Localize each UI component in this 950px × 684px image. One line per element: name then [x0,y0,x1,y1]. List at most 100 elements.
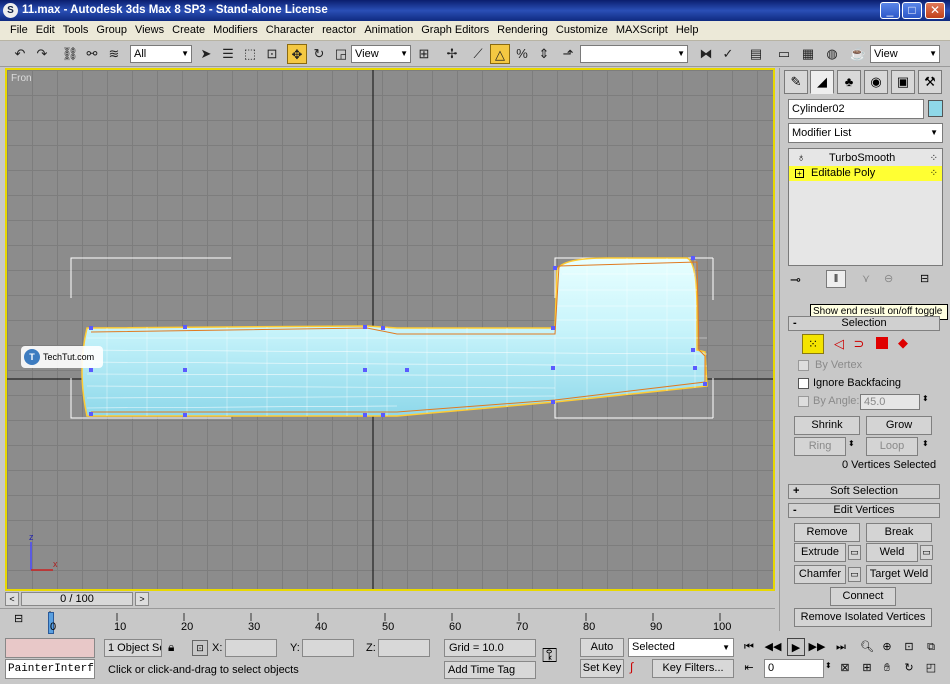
element-mode-icon[interactable]: ◆ [898,336,912,350]
frame-spinner-icon[interactable]: ⬍ [825,661,832,670]
time-configuration-icon[interactable]: ⊠ [836,659,854,677]
reference-coordinate-dropdown[interactable]: View ▼ [351,45,411,63]
x-coordinate-field[interactable] [225,639,277,657]
target-weld-button[interactable]: Target Weld [866,565,932,584]
zoom-extents-all-icon[interactable]: ⧉ [922,638,940,656]
break-button[interactable]: Break [866,523,932,542]
region-select-icon[interactable]: ⬚ [240,44,260,64]
menu-group[interactable]: Group [92,21,131,40]
border-mode-icon[interactable]: ⊃ [850,334,868,354]
selection-filter-dropdown[interactable]: All ▼ [130,45,192,63]
listener-input[interactable]: PainterInterf [5,659,95,679]
edit-named-selection-icon[interactable]: ⬏ [558,44,578,64]
pivot-center-icon[interactable]: ⊞ [414,44,434,64]
snap-toggle-icon[interactable]: ⟋ [468,44,488,64]
play-icon[interactable]: ▶ [787,638,805,656]
loop-spinner-icon[interactable]: ⬍ [922,439,929,448]
menu-views[interactable]: Views [131,21,168,40]
weld-settings-icon[interactable]: ▭ [920,545,933,560]
modifier-list-dropdown[interactable]: Modifier List ▼ [788,123,943,143]
object-name-field[interactable]: Cylinder02 [788,99,924,119]
current-frame-field[interactable]: 0 [764,659,824,678]
track-bar[interactable]: ⊟ 0 10 20 30 40 50 60 70 80 90 100 [0,608,775,635]
unlink-icon[interactable]: ⚯ [82,44,102,64]
select-icon[interactable]: ➤ [196,44,216,64]
front-viewport[interactable]: Fron z x T TechTut.com [5,68,775,591]
menu-edit[interactable]: Edit [32,21,59,40]
object-color-swatch[interactable] [928,100,943,117]
remove-isolated-vertices-button[interactable]: Remove Isolated Vertices [794,608,932,627]
extrude-settings-icon[interactable]: ▭ [848,545,861,560]
menu-character[interactable]: Character [262,21,318,40]
named-selection-dropdown[interactable]: ▼ [580,45,688,63]
set-key-button[interactable]: Set Key [580,659,624,678]
ring-button[interactable]: Ring [794,437,846,456]
mirror-icon[interactable]: ⧓ [696,44,716,64]
shrink-button[interactable]: Shrink [794,416,860,435]
absolute-mode-icon[interactable]: ⊡ [192,640,208,656]
scale-icon[interactable]: ◲ [331,44,351,64]
go-to-end-icon[interactable]: ⏭ [832,638,850,656]
previous-key-icon[interactable]: ◀◀ [764,638,782,656]
arc-rotate-icon[interactable]: ↻ [900,659,918,677]
region-zoom-icon[interactable]: ⊞ [858,659,876,677]
percent-snap-icon[interactable]: % [512,44,532,64]
render-type-dropdown[interactable]: View ▼ [870,45,940,63]
selection-rollout-header[interactable]: - Selection [788,316,940,331]
menu-maxscript[interactable]: MAXScript [612,21,672,40]
align-icon[interactable]: ✓ [718,44,738,64]
expand-plus-icon[interactable]: + [795,169,804,178]
remove-button[interactable]: Remove [794,523,860,542]
angle-spinner-icon[interactable]: ⬍ [922,394,929,403]
stack-item-editable-poly[interactable]: + Editable Poly ⁘ [789,166,942,181]
stack-item-turbosmooth[interactable]: ♁ TurboSmooth ⁘ [789,151,942,166]
next-frame-arrow-icon[interactable]: > [135,592,149,606]
remove-modifier-icon[interactable]: ⊖ [884,272,893,285]
edit-vertices-rollout-header[interactable]: - Edit Vertices [788,503,940,518]
ring-spinner-icon[interactable]: ⬍ [848,439,855,448]
schematic-view-icon[interactable]: ▦ [798,44,818,64]
set-key-icon[interactable]: ⚿ [542,645,557,668]
next-key-icon[interactable]: ▶▶ [808,638,826,656]
configure-sets-icon[interactable]: ⊟ [920,272,929,285]
spinner-snap-icon[interactable]: ⇕ [534,44,554,64]
add-time-tag-button[interactable]: Add Time Tag [444,661,536,679]
material-editor-icon[interactable]: ◍ [822,44,842,64]
manipulate-icon[interactable]: ✢ [442,44,462,64]
bind-space-warp-icon[interactable]: ≋ [104,44,124,64]
render-scene-icon[interactable]: ☕ [848,44,868,64]
polygon-mode-icon[interactable] [876,337,888,349]
grow-button[interactable]: Grow [866,416,932,435]
key-filters-button[interactable]: Key Filters... [652,659,734,678]
ignore-backfacing-checkbox[interactable] [798,378,809,389]
maximize-viewport-icon[interactable]: ◰ [922,659,940,677]
chamfer-settings-icon[interactable]: ▭ [848,567,861,582]
by-vertex-checkbox[interactable] [798,360,809,371]
menu-rendering[interactable]: Rendering [493,21,552,40]
key-mode-dropdown[interactable]: Selected ▼ [628,638,734,657]
menu-file[interactable]: File [6,21,32,40]
menu-customize[interactable]: Customize [552,21,612,40]
auto-key-button[interactable]: Auto Key [580,638,624,670]
utilities-tab-icon[interactable]: ⚒ [918,70,942,94]
menu-tools[interactable]: Tools [59,21,93,40]
minimize-button[interactable]: _ [880,2,900,19]
y-coordinate-field[interactable] [302,639,354,657]
key-mode-toggle-icon[interactable]: ⇤ [740,659,758,677]
soft-selection-rollout-header[interactable]: + Soft Selection [788,484,940,499]
link-icon[interactable]: ⛓ [60,44,80,64]
vertex-mode-icon[interactable]: ⁙ [802,334,824,354]
maximize-button[interactable]: □ [902,2,922,19]
pan-icon[interactable]: ✋︎ [878,659,896,677]
make-unique-icon[interactable]: ⋎ [862,272,870,285]
rotate-icon[interactable]: ↻ [309,44,329,64]
connect-button[interactable]: Connect [830,587,896,606]
menu-reactor[interactable]: reactor [318,21,360,40]
close-button[interactable]: ✕ [925,2,945,19]
menu-create[interactable]: Create [168,21,209,40]
app-icon[interactable]: S [3,3,18,18]
time-slider-thumb[interactable]: 0 / 100 [21,592,133,606]
angle-value-field[interactable]: 45.0 [860,394,920,410]
angle-snap-icon[interactable]: △ [490,44,510,64]
move-icon[interactable]: ✥ [287,44,307,64]
